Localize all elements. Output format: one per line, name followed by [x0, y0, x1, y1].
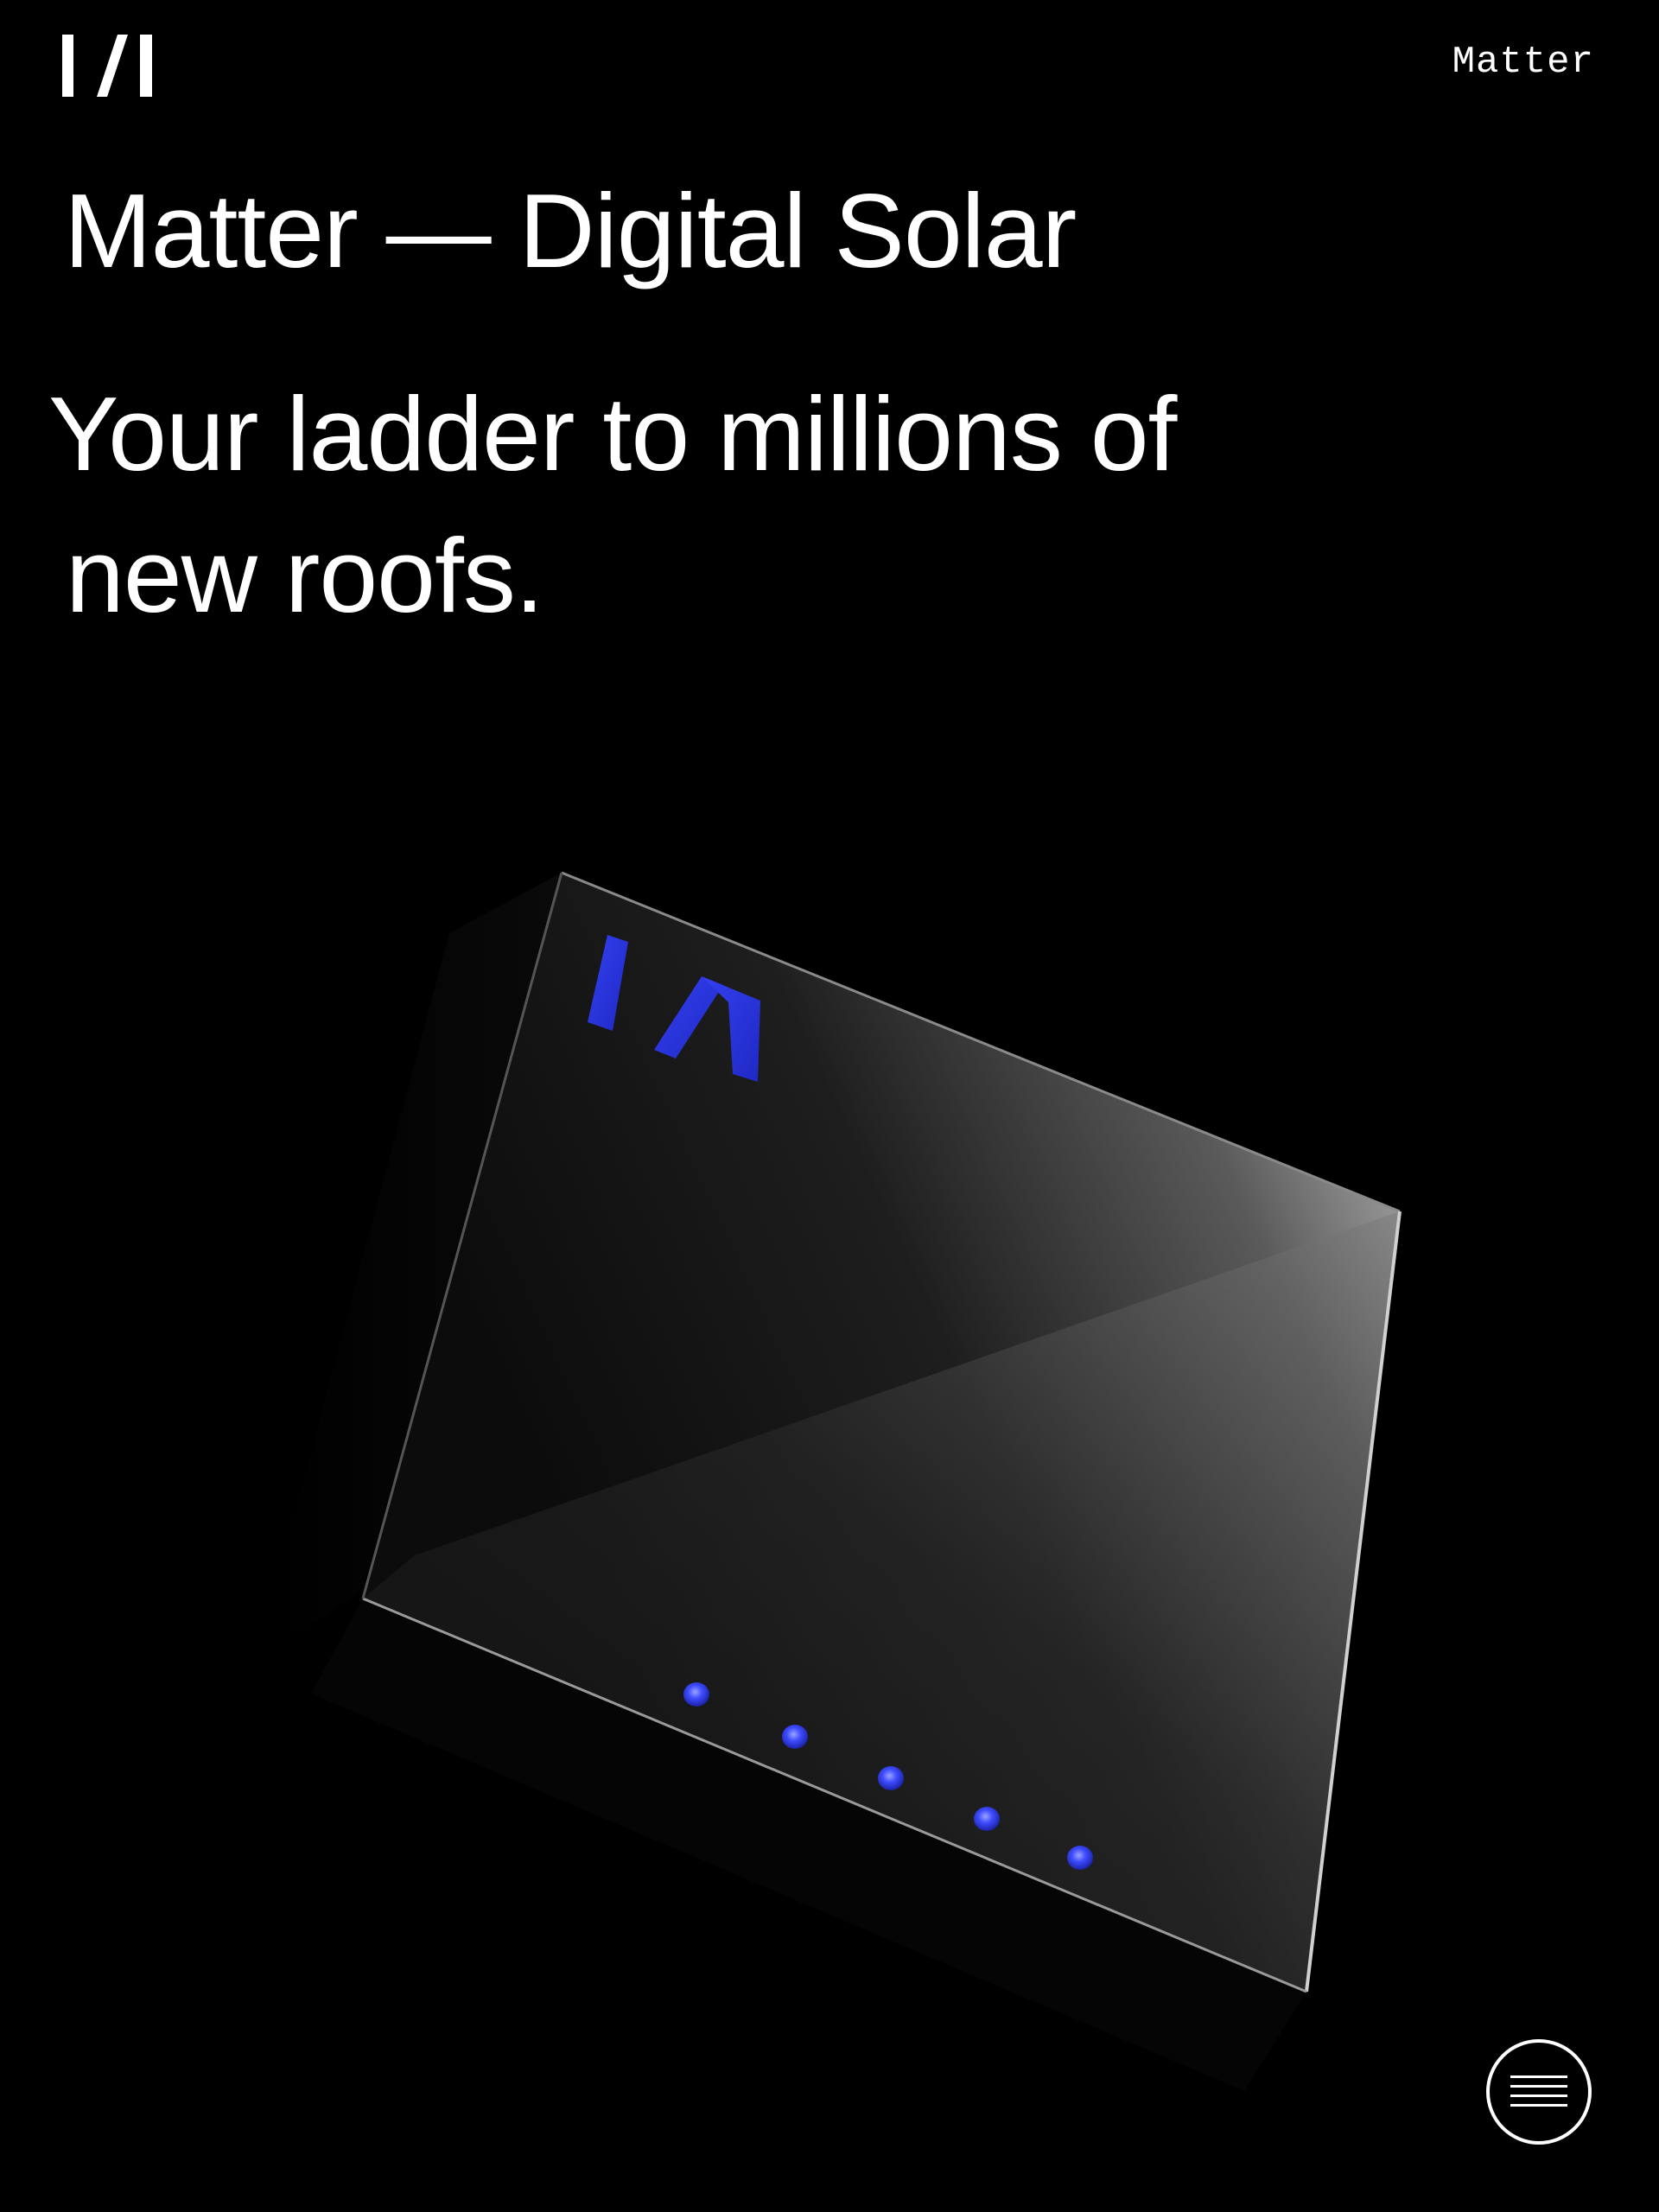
hero-headline-line-2: new roofs. [66, 517, 544, 634]
menu-icon [1510, 2075, 1567, 2108]
device-logo-icon [588, 935, 760, 1082]
page-title: Matter — Digital Solar [64, 172, 1077, 289]
matter-device-render [276, 871, 1402, 2091]
device-status-leds [683, 1682, 1093, 1870]
matter-logo-icon[interactable] [62, 35, 152, 97]
nav-brand-link[interactable]: Matter [1452, 43, 1594, 81]
menu-button[interactable] [1486, 2039, 1592, 2145]
hero-headline-line-1: Your ladder to millions of [48, 375, 1177, 493]
hero-headline: Your ladder to millions of new roofs. [48, 363, 1310, 646]
